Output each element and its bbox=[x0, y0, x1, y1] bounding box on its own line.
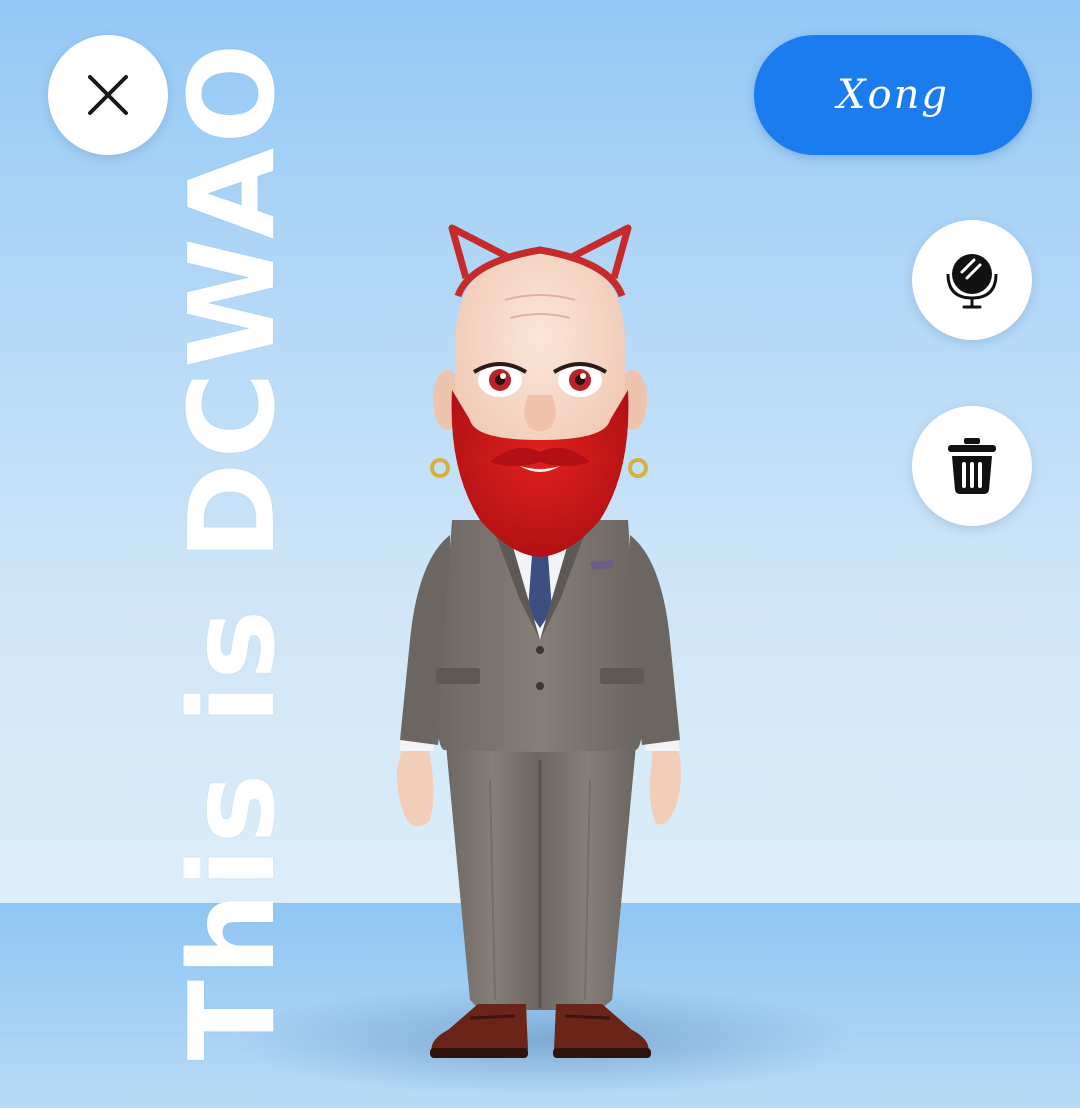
mirror-button[interactable] bbox=[912, 220, 1032, 340]
right-hand bbox=[649, 748, 681, 825]
done-button[interactable]: Xong bbox=[754, 35, 1032, 155]
avatar-figure[interactable] bbox=[0, 0, 1080, 1108]
left-hand bbox=[396, 748, 434, 827]
avatar-editor-stage: This is DCWAO Xong bbox=[0, 0, 1080, 1108]
trousers bbox=[446, 745, 636, 1010]
mirror-icon bbox=[946, 254, 998, 309]
delete-button[interactable] bbox=[912, 406, 1032, 526]
shoes bbox=[430, 1004, 651, 1058]
close-button[interactable] bbox=[48, 35, 168, 155]
close-icon bbox=[88, 75, 128, 115]
trash-icon bbox=[948, 438, 996, 494]
watermark-text: This is DCWAO bbox=[163, 39, 301, 1061]
